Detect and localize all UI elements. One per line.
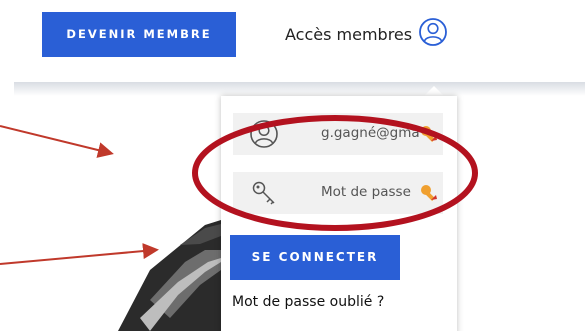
- email-field[interactable]: g.gagné@gma: [233, 113, 443, 155]
- annotation-arrow: [0, 243, 159, 265]
- key-icon: [249, 178, 279, 208]
- login-panel: g.gagné@gma Mot de passe SE CONNECTER Mo…: [221, 96, 457, 331]
- join-button[interactable]: DEVENIR MEMBRE: [42, 12, 236, 57]
- key-autofill-icon[interactable]: [419, 183, 439, 203]
- key-autofill-icon[interactable]: [419, 124, 439, 144]
- email-value: g.gagné@gma: [321, 125, 420, 141]
- site-header: DEVENIR MEMBRE Accès membres: [0, 0, 585, 82]
- panel-caret: [424, 86, 444, 96]
- password-field[interactable]: Mot de passe: [233, 172, 443, 214]
- password-placeholder: Mot de passe: [321, 184, 411, 200]
- user-icon: [249, 119, 279, 149]
- forgot-password-link[interactable]: Mot de passe oublié ?: [232, 294, 384, 310]
- connect-button[interactable]: SE CONNECTER: [230, 235, 400, 280]
- header-shadow: [14, 82, 585, 96]
- members-access-link[interactable]: Accès membres: [285, 16, 448, 52]
- annotation-arrow: [0, 125, 114, 158]
- members-access-label: Accès membres: [285, 24, 413, 44]
- user-circle-icon: [418, 17, 448, 51]
